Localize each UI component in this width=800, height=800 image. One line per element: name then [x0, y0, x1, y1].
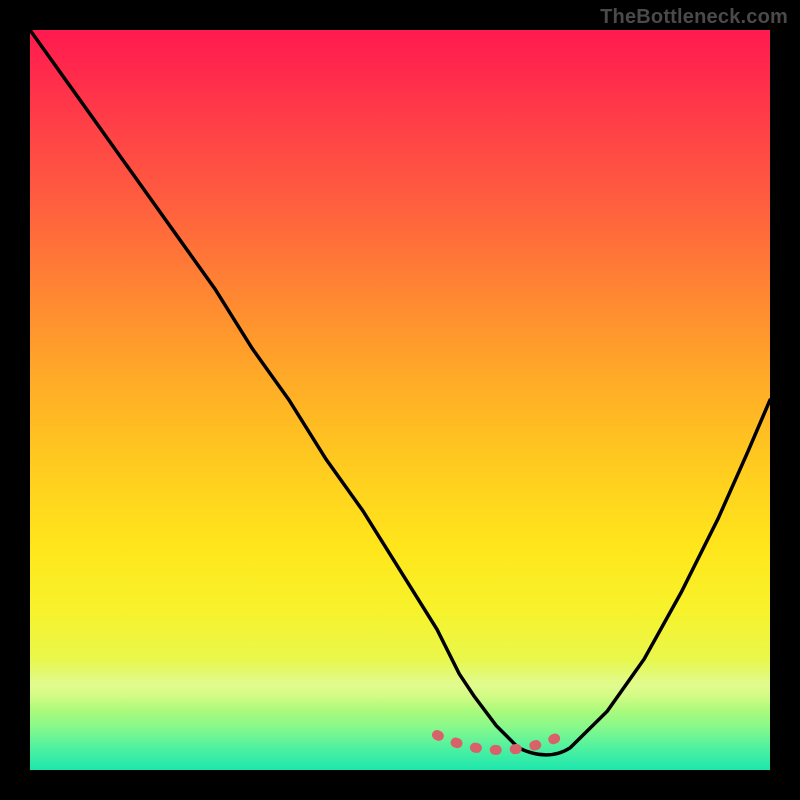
chart-stage: TheBottleneck.com	[0, 0, 800, 800]
watermark-text: TheBottleneck.com	[600, 6, 788, 29]
optimal-range-marker	[437, 735, 563, 750]
plot-area	[30, 30, 770, 770]
curve-svg	[30, 30, 770, 770]
bottleneck-curve	[30, 30, 770, 755]
